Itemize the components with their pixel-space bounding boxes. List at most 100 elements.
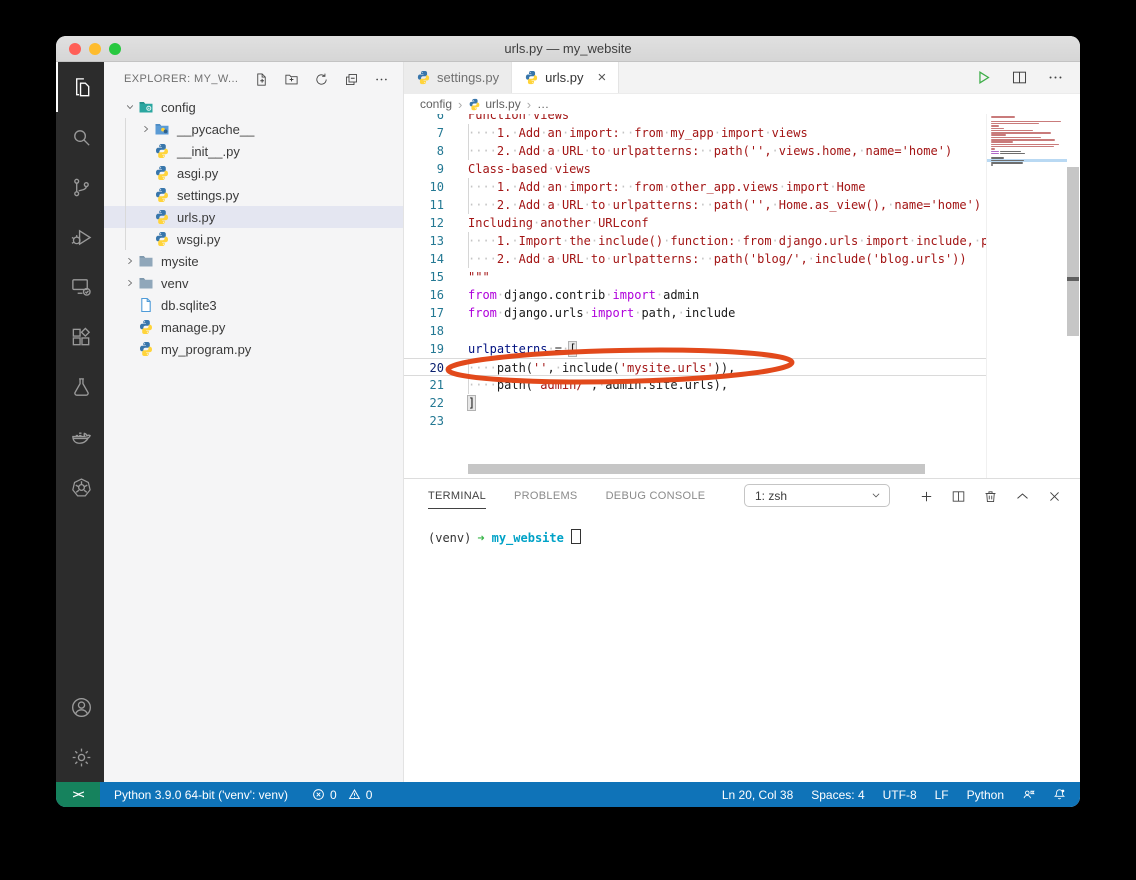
python-interpreter-status[interactable]: Python 3.9.0 64-bit ('venv': venv): [114, 788, 288, 802]
horizontal-scrollbar[interactable]: [404, 464, 986, 474]
chevron-right-icon: [138, 124, 154, 134]
activity-bar: [56, 62, 104, 782]
tab-debug-console[interactable]: DEBUG CONSOLE: [606, 484, 706, 508]
notifications-bell-icon[interactable]: [1053, 788, 1066, 801]
code-line-12[interactable]: 12Including·another·URLconf: [404, 214, 986, 232]
code-line-22[interactable]: 22]: [404, 394, 986, 412]
activity-account[interactable]: [56, 682, 104, 732]
code-line-19[interactable]: 19urlpatterns·=·[: [404, 340, 986, 358]
breadcrumb-item-…[interactable]: …: [537, 97, 549, 111]
breadcrumb-item-config[interactable]: config: [420, 97, 452, 111]
activity-extensions[interactable]: [56, 312, 104, 362]
new-folder-icon[interactable]: [284, 72, 299, 87]
tab-terminal[interactable]: TERMINAL: [428, 484, 486, 509]
code-line-20[interactable]: 20····path('',·include('mysite.urls')),: [404, 358, 986, 376]
feedback-icon[interactable]: [1022, 788, 1035, 801]
code-line-14[interactable]: 14····2.·Add·a·URL·to·urlpatterns:··path…: [404, 250, 986, 268]
terminal-content[interactable]: (venv)➜my_website: [428, 529, 1080, 545]
close-tab-icon[interactable]: ×: [597, 70, 606, 85]
testing-icon: [70, 376, 93, 399]
activity-docker[interactable]: [56, 412, 104, 462]
tree-item-wsgi.py[interactable]: wsgi.py: [104, 228, 403, 250]
minimap-line: [991, 123, 1039, 125]
editor-tab-settings.py[interactable]: settings.py: [404, 62, 512, 93]
new-file-icon[interactable]: [254, 72, 269, 87]
tree-item-__pycache__[interactable]: __pycache__: [104, 118, 403, 140]
code-line-13[interactable]: 13····1.·Import·the·include()·function:·…: [404, 232, 986, 250]
code-line-21[interactable]: 21····path('admin/',·admin.site.urls),: [404, 376, 986, 394]
split-terminal-icon[interactable]: [951, 489, 966, 504]
activity-remote-explorer[interactable]: [56, 262, 104, 312]
refresh-icon[interactable]: [314, 72, 329, 87]
line-content: ····1.·Add·an·import:··from·my_app·impor…: [468, 124, 808, 142]
activity-testing[interactable]: [56, 362, 104, 412]
code-line-6[interactable]: 6Function·views: [404, 114, 986, 124]
code-line-11[interactable]: 11····2.·Add·a·URL·to·urlpatterns:··path…: [404, 196, 986, 214]
python-icon: [154, 187, 171, 204]
new-terminal-icon[interactable]: [919, 489, 934, 504]
minimap-line: [991, 128, 1004, 130]
close-panel-icon[interactable]: [1047, 489, 1062, 504]
kill-terminal-icon[interactable]: [983, 489, 998, 504]
eol-status[interactable]: LF: [935, 788, 949, 802]
indentation-status[interactable]: Spaces: 4: [811, 788, 864, 802]
terminal-shell-select[interactable]: 1: zsh: [744, 484, 890, 507]
terminal-cwd: my_website: [492, 531, 564, 545]
run-button[interactable]: [975, 69, 992, 86]
editor-tab-urls.py[interactable]: urls.py×: [512, 62, 619, 93]
activity-explorer[interactable]: [56, 62, 104, 112]
code-line-15[interactable]: 15""": [404, 268, 986, 286]
code-line-10[interactable]: 10····1.·Add·an·import:··from·other_app.…: [404, 178, 986, 196]
encoding-status[interactable]: UTF-8: [883, 788, 917, 802]
tree-item-mysite[interactable]: mysite: [104, 250, 403, 272]
tree-item-manage.py[interactable]: manage.py: [104, 316, 403, 338]
code-area[interactable]: 6Function·views7····1.·Add·an·import:··f…: [404, 114, 986, 478]
more-icon[interactable]: [374, 72, 389, 87]
activity-kubernetes[interactable]: [56, 462, 104, 512]
code-line-23[interactable]: 23: [404, 412, 986, 430]
breadcrumb[interactable]: config›urls.py›…: [404, 94, 1080, 114]
line-number: 17: [404, 304, 444, 322]
breadcrumb-item-urls.py[interactable]: urls.py: [485, 97, 520, 111]
vertical-scrollbar-thumb[interactable]: [1067, 167, 1079, 336]
code-line-17[interactable]: 17from·django.urls·import·path,·include: [404, 304, 986, 322]
activity-run-debug[interactable]: [56, 212, 104, 262]
tree-item-venv[interactable]: venv: [104, 272, 403, 294]
minimap-line: [991, 164, 993, 166]
line-content: ····1.·Import·the·include()·function:·fr…: [468, 232, 986, 250]
code-line-16[interactable]: 16from·django.contrib·import·admin: [404, 286, 986, 304]
horizontal-scrollbar-thumb[interactable]: [468, 464, 925, 474]
activity-settings[interactable]: [56, 732, 104, 782]
activity-search[interactable]: [56, 112, 104, 162]
minimap-line: [991, 162, 1023, 164]
minimap[interactable]: [986, 114, 1067, 478]
cursor-position[interactable]: Ln 20, Col 38: [722, 788, 793, 802]
code-line-18[interactable]: 18: [404, 322, 986, 340]
more-actions-button[interactable]: [1047, 69, 1064, 86]
remote-indicator[interactable]: ><: [56, 782, 100, 807]
code-line-8[interactable]: 8····2.·Add·a·URL·to·urlpatterns:··path(…: [404, 142, 986, 160]
tree-item-settings.py[interactable]: settings.py: [104, 184, 403, 206]
tree-item-my_program.py[interactable]: my_program.py: [104, 338, 403, 360]
problems-status[interactable]: 0 0: [312, 788, 372, 802]
split-editor-button[interactable]: [1011, 69, 1028, 86]
maximize-panel-icon[interactable]: [1015, 489, 1030, 504]
vscode-window: urls.py — my_website EXPLORER: MY_W... c…: [56, 36, 1080, 807]
tree-item-asgi.py[interactable]: asgi.py: [104, 162, 403, 184]
tab-problems[interactable]: PROBLEMS: [514, 484, 578, 508]
title-bar[interactable]: urls.py — my_website: [56, 36, 1080, 62]
language-mode[interactable]: Python: [967, 788, 1004, 802]
tree-item-db.sqlite3[interactable]: db.sqlite3: [104, 294, 403, 316]
collapse-all-icon[interactable]: [344, 72, 359, 87]
tree-item-__init__.py[interactable]: __init__.py: [104, 140, 403, 162]
tree-item-urls.py[interactable]: urls.py: [104, 206, 403, 228]
code-line-9[interactable]: 9Class-based·views: [404, 160, 986, 178]
vertical-scrollbar[interactable]: [1066, 114, 1080, 478]
tree-item-label: settings.py: [177, 188, 239, 203]
tree-item-config[interactable]: config: [104, 96, 403, 118]
settings-icon: [70, 746, 93, 769]
error-icon: [312, 788, 325, 801]
activity-source-control[interactable]: [56, 162, 104, 212]
code-editor[interactable]: 6Function·views7····1.·Add·an·import:··f…: [404, 114, 1080, 478]
code-line-7[interactable]: 7····1.·Add·an·import:··from·my_app·impo…: [404, 124, 986, 142]
